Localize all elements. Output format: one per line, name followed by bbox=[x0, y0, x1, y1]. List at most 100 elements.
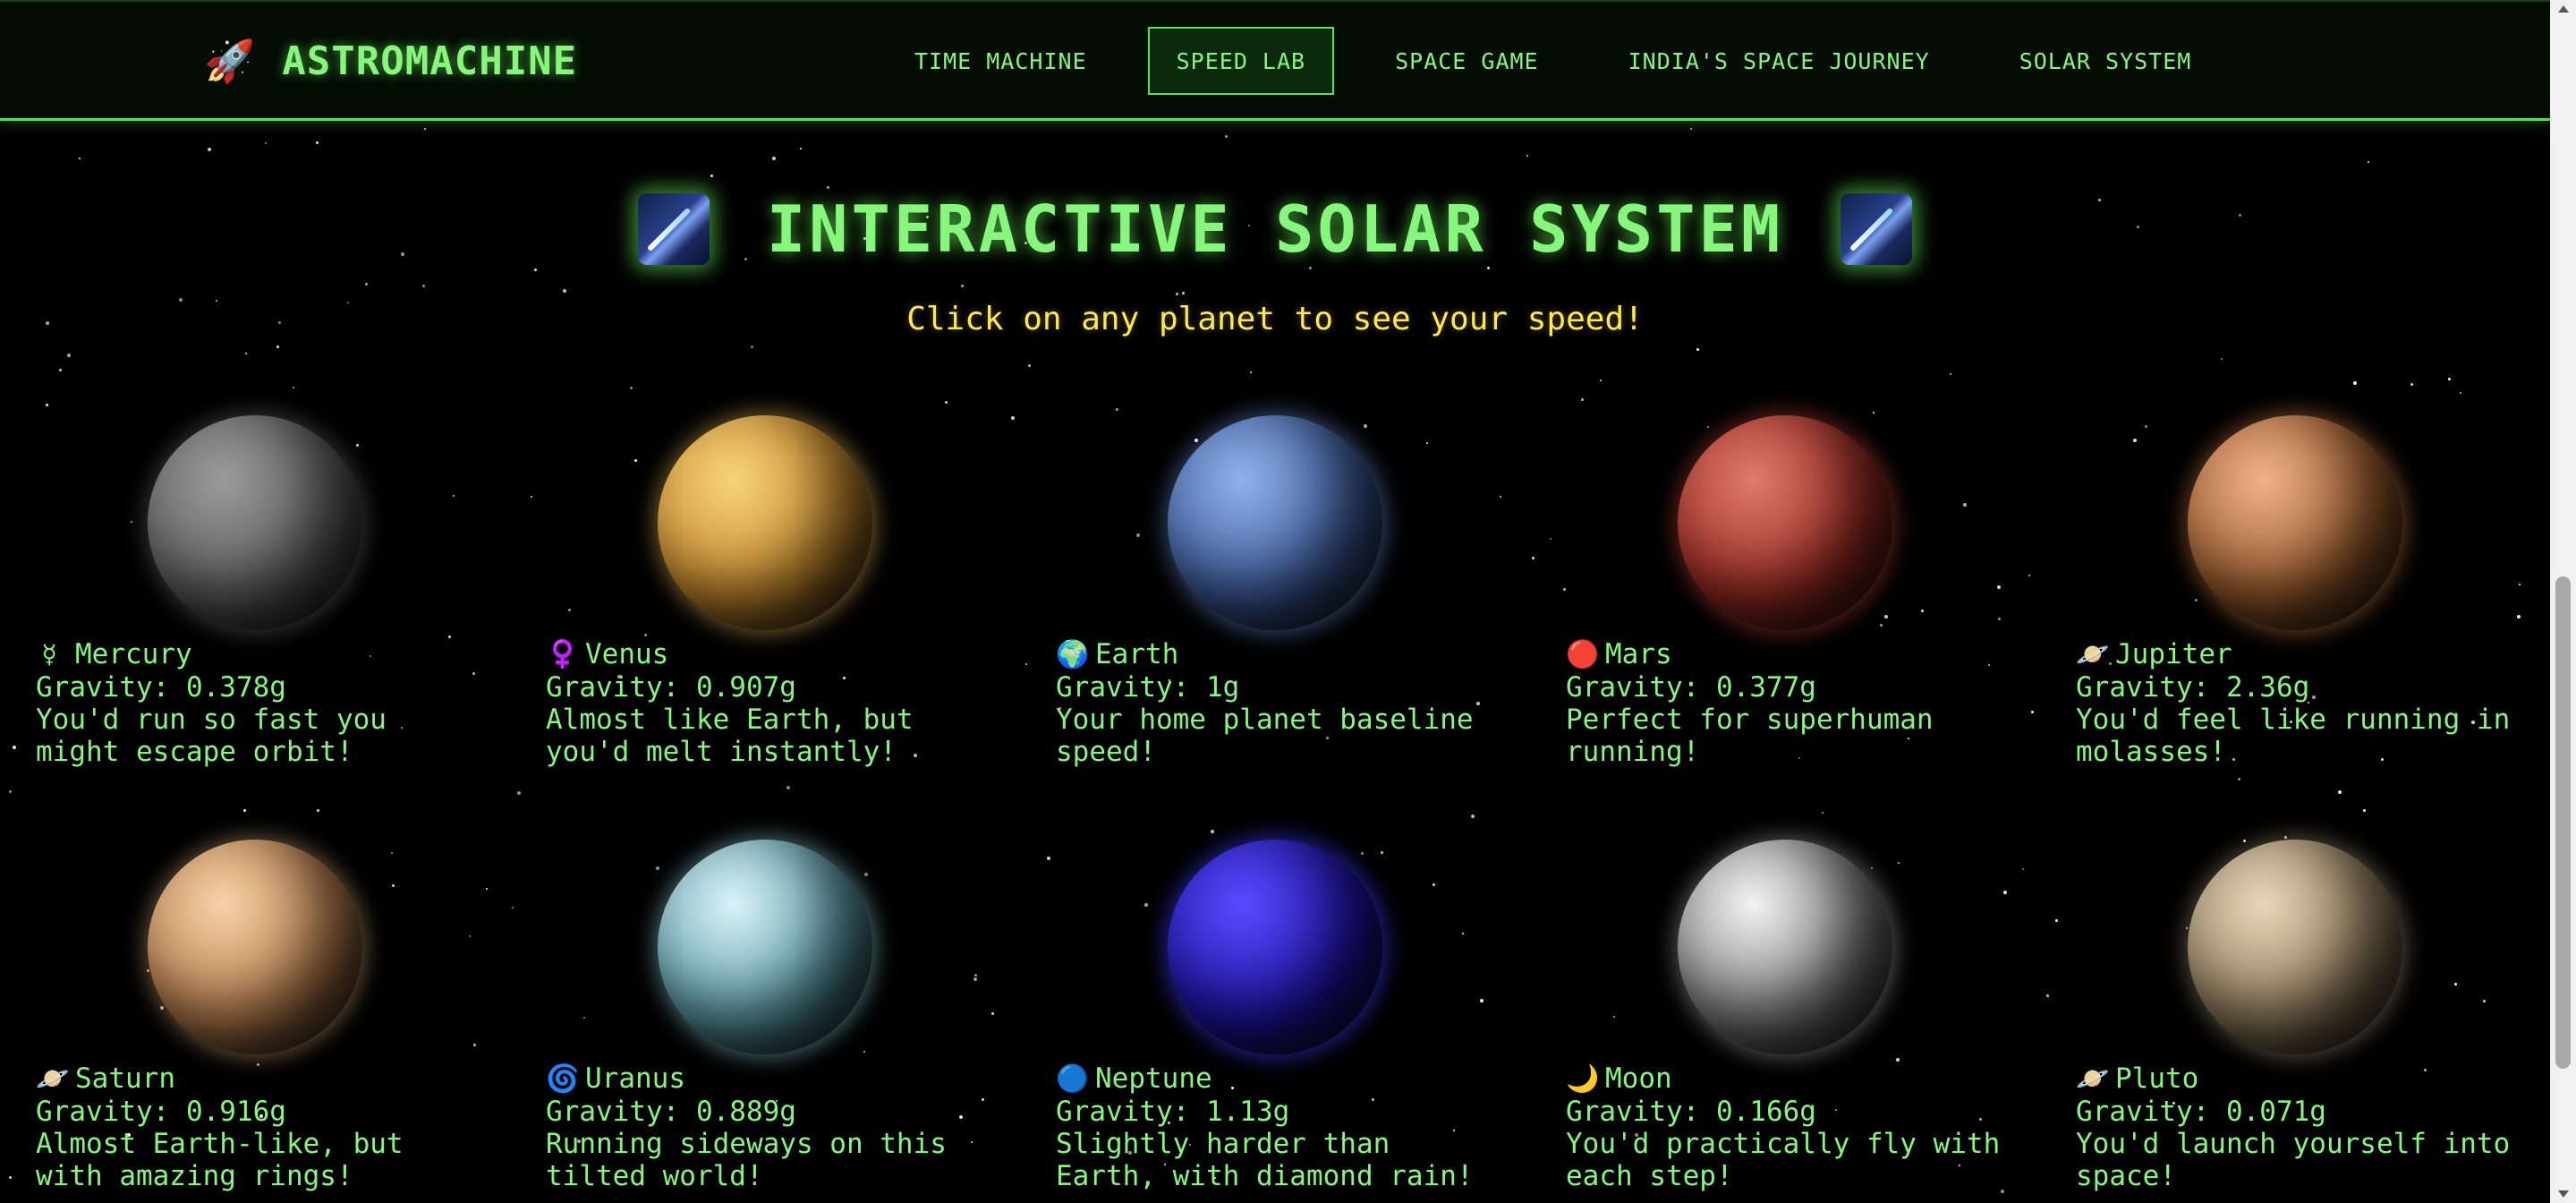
star bbox=[316, 141, 319, 144]
planet-sphere-earth[interactable] bbox=[1168, 415, 1382, 630]
star bbox=[2410, 383, 2413, 386]
star bbox=[1211, 830, 1214, 833]
star bbox=[1011, 416, 1015, 420]
planet-name: Jupiter bbox=[2115, 638, 2232, 670]
star bbox=[424, 128, 426, 130]
planet-card-neptune[interactable]: 🔵 Neptune Gravity: 1.13g Slightly harder th… bbox=[1020, 838, 1503, 1192]
star bbox=[1581, 398, 1584, 401]
rocket-icon: 🚀 bbox=[204, 37, 256, 85]
star bbox=[1182, 292, 1185, 294]
planet-name: Uranus bbox=[585, 1062, 685, 1095]
page-title: INTERACTIVE SOLAR SYSTEM bbox=[766, 192, 1784, 267]
planet-description: You'd practically fly with each step! bbox=[1566, 1128, 2001, 1192]
star bbox=[786, 786, 790, 789]
planet-name: Pluto bbox=[2115, 1062, 2199, 1095]
star bbox=[293, 387, 294, 388]
planet-sphere-venus[interactable] bbox=[658, 415, 872, 630]
planet-name: Mars bbox=[1605, 638, 1672, 670]
star bbox=[365, 283, 368, 286]
star bbox=[751, 346, 753, 348]
scroll-up-arrow-icon[interactable] bbox=[2558, 5, 2569, 13]
planet-sphere-jupiter[interactable] bbox=[2188, 415, 2402, 630]
star bbox=[2221, 358, 2223, 360]
star bbox=[422, 285, 425, 287]
planet-gravity: Gravity: 0.889g bbox=[546, 1096, 796, 1128]
planet-sphere-mercury[interactable] bbox=[148, 415, 362, 630]
page-title-row: INTERACTIVE SOLAR SYSTEM bbox=[0, 175, 2550, 283]
nav-space-game[interactable]: SPACE GAME bbox=[1366, 27, 1568, 95]
planet-name: Venus bbox=[585, 638, 669, 670]
star bbox=[630, 387, 633, 389]
planet-card-venus[interactable]: ♀️ Venus Gravity: 0.907g Almost like Earth,… bbox=[510, 414, 993, 768]
star bbox=[9, 1176, 12, 1179]
planet-gravity: Gravity: 2.36g bbox=[2076, 671, 2310, 704]
star bbox=[2368, 161, 2369, 163]
star bbox=[265, 142, 267, 144]
planet-name-row: ♀️ Venus bbox=[546, 637, 993, 671]
star bbox=[1025, 663, 1027, 665]
planet-info: 🪐 Saturn Gravity: 0.916g Almost Earth-like,… bbox=[36, 1062, 483, 1192]
planet-gravity: Gravity: 0.916g bbox=[36, 1096, 286, 1128]
star bbox=[1176, 293, 1178, 295]
nav-solar-system[interactable]: SOLAR SYSTEM bbox=[1991, 27, 2221, 95]
star bbox=[1028, 364, 1031, 367]
planet-card-pluto[interactable]: 🪐 Pluto Gravity: 0.071g You'd launch yourse… bbox=[2040, 838, 2523, 1192]
nav-india-space-journey[interactable]: INDIA'S SPACE JOURNEY bbox=[1600, 27, 1959, 95]
planet-sphere-mars[interactable] bbox=[1678, 415, 1892, 630]
planet-name: Saturn bbox=[75, 1062, 175, 1095]
planet-card-jupiter[interactable]: 🪐 Jupiter Gravity: 2.36g You'd feel like ru… bbox=[2040, 414, 2523, 768]
star bbox=[1526, 155, 1528, 157]
planet-info: 🪐 Jupiter Gravity: 2.36g You'd feel like ru… bbox=[2076, 637, 2523, 768]
planet-card-earth[interactable]: 🌍 Earth Gravity: 1g Your home planet baseli… bbox=[1020, 414, 1503, 768]
venus-symbol-icon: ♀️ bbox=[546, 638, 580, 670]
scrollbar-thumb[interactable] bbox=[2555, 576, 2571, 1069]
planet-info: 🪐 Pluto Gravity: 0.071g You'd launch yourse… bbox=[2076, 1062, 2523, 1192]
star bbox=[1250, 371, 1252, 373]
star bbox=[1225, 135, 1228, 138]
planet-info: ☿ Mercury Gravity: 0.378g You'd run so fast… bbox=[36, 637, 483, 768]
planet-name-row: ☿ Mercury bbox=[36, 637, 483, 671]
planet-sphere-neptune[interactable] bbox=[1168, 840, 1382, 1054]
brand-name: ASTROMACHINE bbox=[282, 38, 578, 84]
planet-sphere-moon[interactable] bbox=[1678, 840, 1892, 1054]
planet-name-row: 🪐 Jupiter bbox=[2076, 637, 2523, 671]
planet-name: Mercury bbox=[75, 638, 192, 670]
star bbox=[1600, 380, 1602, 381]
star bbox=[772, 157, 776, 160]
planet-description: You'd run so fast you might escape orbit… bbox=[36, 704, 387, 768]
star bbox=[276, 346, 279, 348]
planet-card-moon[interactable]: 🌙 Moon Gravity: 0.166g You'd practically fl… bbox=[1530, 838, 2013, 1192]
planet-sphere-pluto[interactable] bbox=[2188, 840, 2402, 1054]
star bbox=[46, 404, 48, 406]
planet-card-saturn[interactable]: 🪐 Saturn Gravity: 0.916g Almost Earth-like,… bbox=[0, 838, 483, 1192]
planet-gravity: Gravity: 1.13g bbox=[1056, 1096, 1290, 1128]
planet-sphere-uranus[interactable] bbox=[658, 840, 872, 1054]
star bbox=[961, 285, 964, 287]
brand-logo[interactable]: 🚀 ASTROMACHINE bbox=[204, 34, 577, 88]
vertical-scrollbar[interactable] bbox=[2550, 0, 2576, 1203]
uranus-symbol-icon: 🌀 bbox=[546, 1062, 580, 1095]
planet-gravity: Gravity: 0.378g bbox=[36, 671, 286, 704]
mercury-symbol-icon: ☿ bbox=[40, 638, 58, 670]
star bbox=[517, 791, 521, 795]
main-nav: TIME MACHINE SPEED LAB SPACE GAME INDIA'… bbox=[886, 27, 2252, 95]
star bbox=[1116, 408, 1118, 411]
star bbox=[59, 369, 62, 371]
planet-name-row: 🪐 Pluto bbox=[2076, 1062, 2523, 1096]
planet-card-uranus[interactable]: 🌀 Uranus Gravity: 0.889g Running sideways o… bbox=[510, 838, 993, 1192]
planet-sphere-saturn[interactable] bbox=[148, 840, 362, 1054]
planet-card-mercury[interactable]: ☿ Mercury Gravity: 0.378g You'd run so fast… bbox=[0, 414, 483, 768]
nav-time-machine[interactable]: TIME MACHINE bbox=[886, 27, 1116, 95]
top-nav-bar: 🚀 ASTROMACHINE TIME MACHINE SPEED LAB SP… bbox=[0, 0, 2550, 121]
star bbox=[1696, 348, 1699, 351]
star bbox=[486, 888, 488, 890]
star bbox=[208, 148, 211, 151]
planet-card-mars[interactable]: 🔴 Mars Gravity: 0.377g Perfect for superhum… bbox=[1530, 414, 2013, 768]
star bbox=[9, 790, 12, 793]
nav-speed-lab[interactable]: SPEED LAB bbox=[1147, 27, 1335, 95]
scroll-down-arrow-icon[interactable] bbox=[2558, 1190, 2569, 1198]
pluto-symbol-icon: 🪐 bbox=[2076, 1062, 2110, 1095]
star bbox=[2448, 378, 2451, 380]
star bbox=[13, 746, 16, 749]
planet-description: Slightly harder than Earth, with diamond… bbox=[1056, 1128, 1474, 1192]
